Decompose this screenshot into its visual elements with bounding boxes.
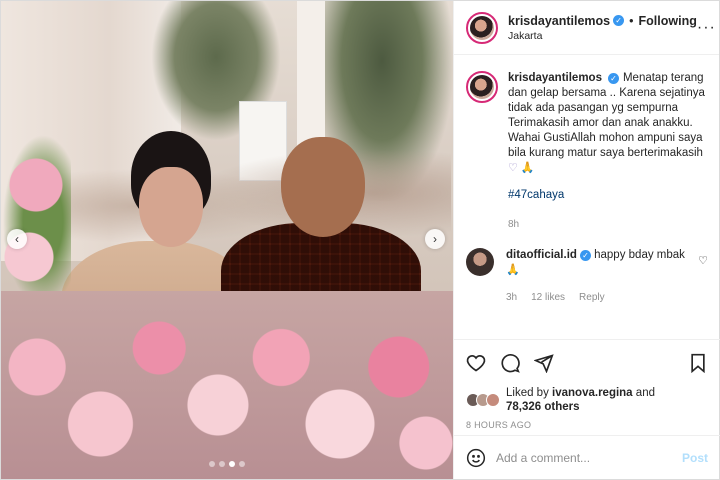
commenter-avatar[interactable] bbox=[466, 248, 494, 276]
verified-badge-icon: ✓ bbox=[613, 15, 625, 26]
heart-icon[interactable] bbox=[466, 353, 486, 373]
likes-summary: Liked by ivanova.regina and 78,326 other… bbox=[466, 386, 708, 414]
separator: • bbox=[629, 13, 634, 28]
comment-input[interactable] bbox=[496, 450, 666, 465]
verified-badge-icon: ✓ bbox=[607, 73, 619, 84]
instagram-post-modal: ‹ › krisdayantilemos ✓ • Following Jakar… bbox=[0, 0, 720, 480]
author-avatar[interactable] bbox=[466, 71, 498, 103]
caption-text: Menatap terang dan gelap bersama .. Kare… bbox=[508, 72, 705, 159]
more-options-icon[interactable]: ··· bbox=[697, 19, 716, 37]
share-icon[interactable] bbox=[534, 353, 554, 373]
post-photo[interactable]: ‹ › bbox=[1, 1, 453, 479]
carousel-dot bbox=[239, 461, 245, 467]
following-button[interactable]: Following bbox=[639, 14, 697, 28]
comment-item: ditaofficial.id ✓ happy bday mbak 🙏 3h 12… bbox=[466, 248, 708, 305]
carousel-dot-active bbox=[229, 461, 235, 467]
actions-area: Liked by ivanova.regina and 78,326 other… bbox=[454, 339, 720, 430]
caption-emojis: ♡ 🙏 bbox=[508, 162, 535, 174]
comment-likes[interactable]: 12 likes bbox=[531, 290, 565, 305]
liked-by-prefix: Liked by bbox=[506, 387, 549, 399]
flower-arrangement bbox=[1, 291, 453, 479]
liker-avatars bbox=[466, 393, 500, 407]
reply-button[interactable]: Reply bbox=[579, 290, 605, 305]
carousel-indicator bbox=[1, 461, 453, 467]
chevron-right-icon: › bbox=[433, 232, 437, 246]
carousel-next-button[interactable]: › bbox=[425, 229, 445, 249]
comment-icon[interactable] bbox=[500, 353, 520, 373]
commenter-username[interactable]: ditaofficial.id bbox=[506, 249, 577, 261]
add-comment-bar: Post bbox=[454, 435, 720, 479]
carousel-prev-button[interactable]: ‹ bbox=[7, 229, 27, 249]
post-sidebar: krisdayantilemos ✓ • Following Jakarta ·… bbox=[453, 1, 720, 479]
bookmark-icon[interactable] bbox=[688, 353, 708, 373]
likes-count[interactable]: 78,326 others bbox=[506, 401, 580, 413]
smile-icon[interactable] bbox=[466, 448, 486, 468]
post-timestamp[interactable]: 8 HOURS AGO bbox=[466, 420, 708, 430]
caption-time[interactable]: 8h bbox=[508, 217, 708, 232]
author-avatar[interactable] bbox=[466, 11, 498, 44]
hashtag-link[interactable]: #47cahaya bbox=[508, 188, 708, 203]
comment-emoji: 🙏 bbox=[506, 264, 520, 276]
chevron-left-icon: ‹ bbox=[15, 232, 19, 246]
carousel-dot bbox=[209, 461, 215, 467]
caption-username[interactable]: krisdayantilemos bbox=[508, 72, 602, 84]
comments-section: krisdayantilemos ✓ Menatap terang dan gela… bbox=[454, 57, 720, 339]
liker-username[interactable]: ivanova.regina bbox=[552, 387, 633, 399]
caption: krisdayantilemos ✓ Menatap terang dan gela… bbox=[466, 71, 708, 232]
author-username[interactable]: krisdayantilemos bbox=[508, 14, 610, 28]
comment-time[interactable]: 3h bbox=[506, 290, 517, 305]
comment-text: happy bday mbak bbox=[594, 249, 685, 261]
verified-badge-icon: ✓ bbox=[579, 250, 591, 261]
carousel-dot bbox=[219, 461, 225, 467]
post-location[interactable]: Jakarta bbox=[508, 30, 697, 42]
post-header: krisdayantilemos ✓ • Following Jakarta ·… bbox=[454, 1, 719, 55]
flower-arrangement-left bbox=[1, 131, 71, 311]
comment-like-heart-icon[interactable]: ♡ bbox=[698, 254, 708, 267]
action-bar bbox=[466, 348, 708, 378]
post-comment-button[interactable]: Post bbox=[682, 451, 708, 465]
liked-by-and: and bbox=[635, 387, 655, 399]
